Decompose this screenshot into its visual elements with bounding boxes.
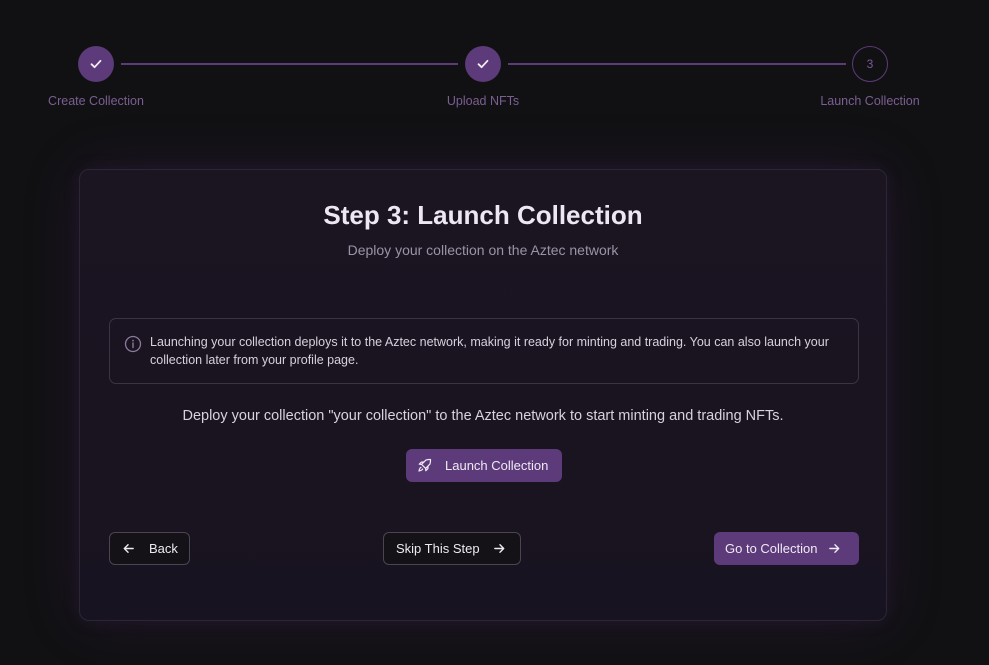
arrow-left-icon [123,544,134,553]
step-1-label: Create Collection [48,94,144,108]
check-icon [477,59,489,69]
skip-step-label: Skip This Step [396,541,480,556]
check-icon [90,59,102,69]
step-connector-2 [508,63,846,65]
back-button[interactable]: Back [109,532,190,565]
step-1-indicator [78,46,114,82]
back-label: Back [149,541,178,556]
step-connector-1 [121,63,458,65]
go-to-collection-button[interactable]: Go to Collection [714,532,859,565]
deploy-description: Deploy your collection "your collection"… [182,408,784,424]
launch-collection-button[interactable]: Launch Collection [406,449,562,482]
info-text: Launching your collection deploys it to … [150,335,829,367]
launch-collection-label: Launch Collection [445,458,549,473]
arrow-right-icon [493,544,504,553]
progress-stepper: 3 Create Collection Upload NFTs Launch C… [0,0,989,120]
step-2-label: Upload NFTs [446,94,520,108]
info-icon [124,335,142,353]
rocket-icon [418,458,432,472]
step-2-indicator [465,46,501,82]
step-3-number: 3 [866,57,874,71]
skip-step-button[interactable]: Skip This Step [383,532,521,565]
step-3-indicator: 3 [852,46,888,82]
arrow-right-icon [828,544,839,553]
info-alert: Launching your collection deploys it to … [109,318,859,384]
launch-card: Step 3: Launch Collection Deploy your co… [79,169,887,621]
step-3-label: Launch Collection [820,94,920,108]
go-to-collection-label: Go to Collection [725,541,818,556]
page-title: Step 3: Launch Collection [323,200,643,230]
page-subtitle: Deploy your collection on the Aztec netw… [347,242,619,258]
